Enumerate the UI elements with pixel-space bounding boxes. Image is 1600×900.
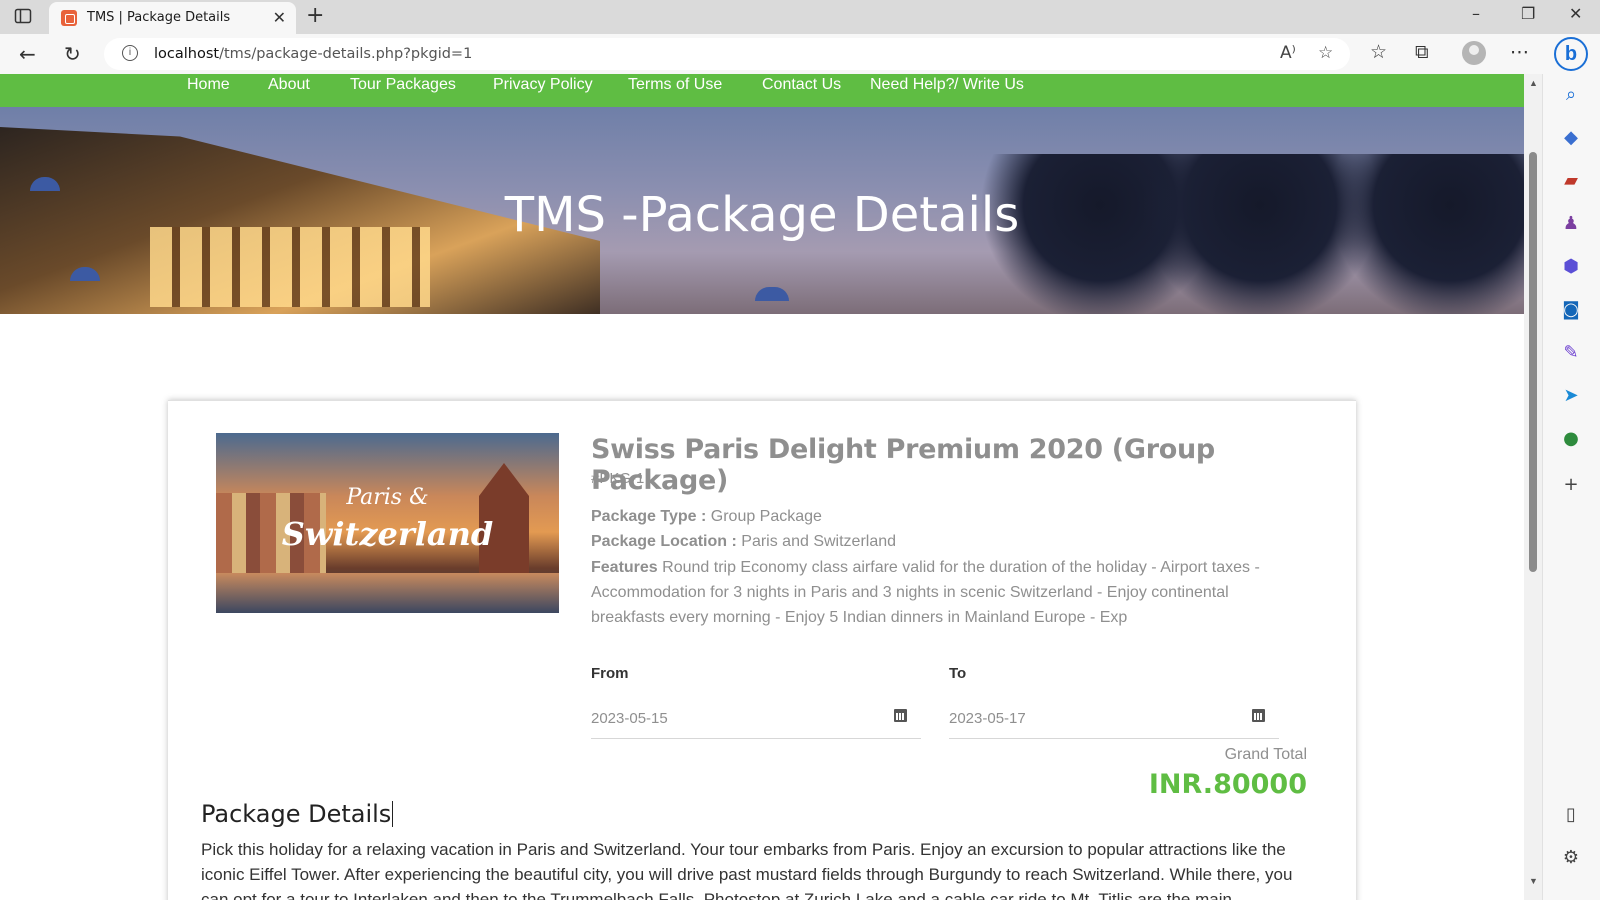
package-location-label: Package Location : [591,533,737,550]
calendar-icon[interactable] [1252,709,1265,722]
scroll-up-icon[interactable]: ▲ [1529,78,1538,88]
page-banner: TMS -Package Details [0,107,1524,314]
nav-tour-packages[interactable]: Tour Packages [350,76,456,94]
url-path: /tms/package-details.php?pkgid=1 [219,46,473,62]
to-label: To [949,665,967,682]
package-features-line: Features Round trip Economy class airfar… [591,555,1291,630]
scroll-down-icon[interactable]: ▼ [1529,876,1538,886]
split-screen-icon[interactable]: ▯ [1560,804,1582,826]
package-location-line: Package Location : Paris and Switzerland [591,529,896,554]
restore-icon[interactable]: ❐ [1521,4,1535,23]
from-date-value: 2023-05-15 [591,710,668,727]
bing-icon[interactable]: b [1554,37,1588,71]
package-id: #PKG-1 [591,470,645,487]
read-aloud-icon[interactable]: A⁾ [1280,43,1296,63]
nav-need-help[interactable]: Need Help? [870,76,955,94]
edge-sidebar: ⌕ ◆ ▰ ♟ ⬢ ◙ ✎ ➤ ● + ▯ ⚙ [1542,74,1600,900]
more-icon[interactable]: ⋯ [1510,41,1529,63]
plus-icon[interactable]: + [306,3,324,28]
url-host: localhost [154,46,220,62]
package-image: Paris & Switzerland [216,433,559,613]
send-icon[interactable]: ➤ [1560,385,1582,407]
address-bar: ← ↻ i localhost/tms/package-details.php?… [0,34,1600,74]
package-name: Swiss Paris Delight Premium 2020 (Group … [591,434,1215,496]
games-icon[interactable]: ♟ [1560,213,1582,235]
grand-total-value: INR.80000 [1148,769,1307,800]
package-details-text: Pick this holiday for a relaxing vacatio… [201,840,1293,900]
lamp-icon [755,287,789,301]
page-scrollbar[interactable]: ▲ ▼ [1524,74,1542,900]
package-features-label: Features [591,559,658,576]
back-icon[interactable]: ← [19,42,36,66]
tab-title: TMS | Package Details [87,10,231,25]
package-details-heading: Package Details [201,800,394,828]
info-icon[interactable]: i [122,45,138,61]
package-location-value: Paris and Switzerland [741,533,897,550]
nav-privacy-policy[interactable]: Privacy Policy [493,76,593,94]
package-type-value: Group Package [710,508,822,525]
favicon-icon [61,10,77,26]
tab-bar: TMS | Package Details ✕ + – ❐ ✕ [0,0,1600,34]
nav-about[interactable]: About [268,76,310,94]
add-icon[interactable]: + [1560,474,1582,496]
nav-terms-of-use[interactable]: Terms of Use [628,76,722,94]
package-type-line: Package Type : Group Package [591,504,822,529]
page-title: TMS -Package Details [504,187,1020,243]
favorites-icon[interactable]: ☆ [1370,41,1387,63]
favorite-add-icon[interactable]: ☆ [1318,43,1333,63]
search-icon[interactable]: ⌕ [1560,84,1582,106]
url-text[interactable]: localhost/tms/package-details.php?pkgid=… [154,46,472,62]
grand-total-label: Grand Total [1224,746,1307,763]
image-water [216,573,559,613]
top-navigation: Home About Tour Packages Privacy Policy … [0,74,1524,107]
package-card: Paris & Switzerland Swiss Paris Delight … [168,400,1356,900]
scroll-thumb[interactable] [1529,152,1537,572]
from-date-input[interactable]: 2023-05-15 [591,699,921,739]
window-close-icon[interactable]: ✕ [1569,4,1582,23]
text-caret [392,801,394,827]
nav-write-us[interactable]: / Write Us [954,76,1024,94]
close-icon[interactable]: ✕ [273,8,286,28]
collections-icon[interactable]: ⧉ [1415,41,1429,63]
image-caption-line2: Switzerland [281,515,494,553]
browser-tab[interactable]: TMS | Package Details ✕ [49,2,296,34]
office-icon[interactable]: ⬢ [1560,256,1582,278]
from-label: From [591,665,629,682]
settings-icon[interactable]: ⚙ [1560,847,1582,869]
calendar-icon[interactable] [894,709,907,722]
package-type-label: Package Type : [591,508,707,525]
profile-icon[interactable] [1462,41,1486,65]
refresh-icon[interactable]: ↻ [64,42,81,66]
shopping-tag-icon[interactable]: ◆ [1560,127,1582,149]
tools-icon[interactable]: ▰ [1560,170,1582,192]
page-viewport: Home About Tour Packages Privacy Policy … [0,74,1524,900]
package-features-value: Round trip Economy class airfare valid f… [591,559,1260,626]
to-date-value: 2023-05-17 [949,710,1026,727]
url-field[interactable]: i localhost/tms/package-details.php?pkgi… [104,38,1350,70]
sidebar-toggle-icon[interactable] [14,7,34,27]
tree-icon[interactable]: ● [1560,428,1582,450]
nav-home[interactable]: Home [187,76,230,94]
designer-icon[interactable]: ✎ [1560,342,1582,364]
image-caption-line1: Paris & [346,485,429,510]
to-date-input[interactable]: 2023-05-17 [949,699,1279,739]
package-details-heading-text: Package Details [201,800,392,828]
minimize-icon[interactable]: – [1472,4,1480,23]
nav-contact-us[interactable]: Contact Us [762,76,841,94]
outlook-icon[interactable]: ◙ [1560,299,1582,321]
